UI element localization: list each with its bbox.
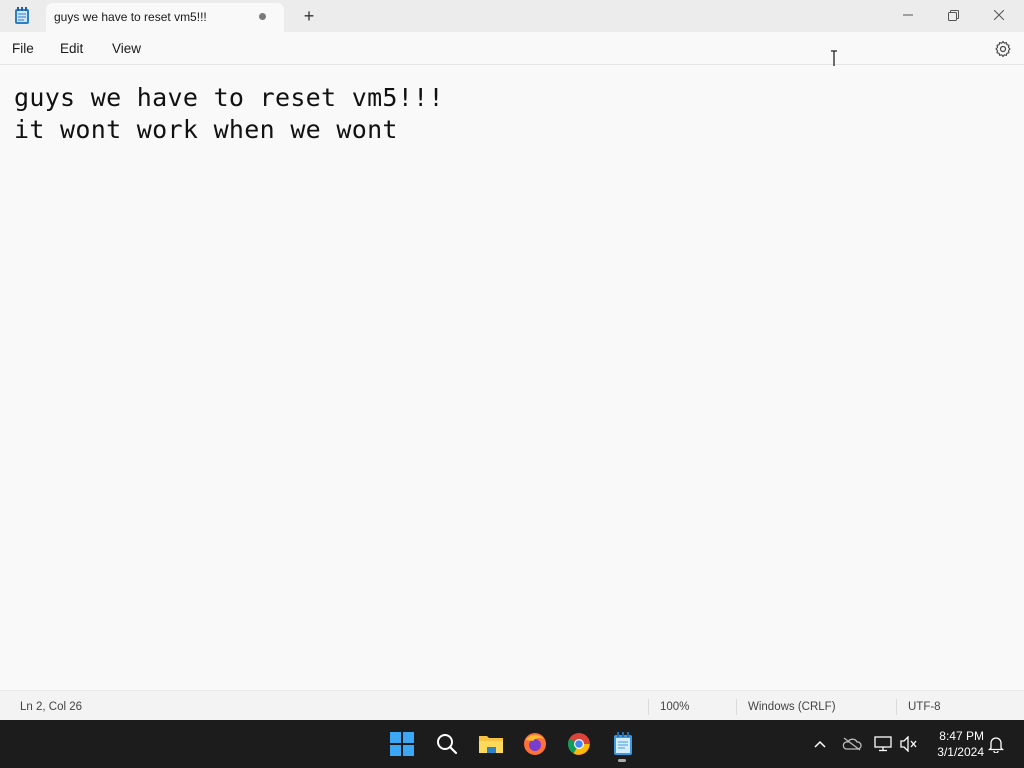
- title-bar[interactable]: guys we have to reset vm5!!! +: [0, 0, 1024, 32]
- editor-line-2: it wont work when we wont: [14, 115, 398, 144]
- chrome-button[interactable]: [565, 730, 593, 758]
- notepad-icon: [614, 732, 632, 755]
- chrome-icon: [568, 733, 590, 755]
- network-icon: [874, 736, 892, 752]
- minimize-icon: [903, 14, 913, 16]
- network-status[interactable]: [873, 734, 893, 754]
- document-tab[interactable]: guys we have to reset vm5!!!: [46, 3, 284, 32]
- restore-icon: [947, 9, 959, 21]
- start-button[interactable]: [388, 730, 416, 758]
- cursor-position: Ln 2, Col 26: [20, 701, 83, 713]
- active-app-indicator: [618, 759, 626, 762]
- show-hidden-icons-button[interactable]: [810, 734, 830, 754]
- clock-date: 3/1/2024: [937, 745, 984, 759]
- menu-bar: File Edit View: [0, 32, 1024, 65]
- notepad-taskbar-button[interactable]: [609, 730, 637, 758]
- onedrive-status[interactable]: [842, 734, 862, 754]
- tab-title: guys we have to reset vm5!!!: [54, 10, 207, 24]
- close-icon: [994, 10, 1004, 20]
- onedrive-icon: [842, 737, 862, 751]
- maximize-button[interactable]: [930, 0, 976, 30]
- minimize-button[interactable]: [885, 0, 931, 30]
- notepad-window: guys we have to reset vm5!!! + File Edit…: [0, 0, 1024, 720]
- chevron-up-icon: [814, 740, 826, 748]
- file-explorer-icon: [479, 736, 503, 753]
- search-icon: [437, 734, 458, 755]
- close-button[interactable]: [976, 0, 1022, 30]
- start-icon: [390, 732, 414, 756]
- unsaved-indicator[interactable]: [259, 13, 266, 20]
- firefox-button[interactable]: [521, 730, 549, 758]
- volume-status[interactable]: [899, 734, 919, 754]
- notification-bell-icon: [988, 737, 1004, 753]
- gear-icon: [995, 40, 1011, 58]
- new-tab-button[interactable]: +: [298, 6, 320, 28]
- volume-muted-icon: [900, 736, 917, 752]
- menu-view[interactable]: View: [112, 41, 141, 56]
- taskbar: [0, 720, 1024, 768]
- status-divider: [736, 699, 737, 715]
- editor-line-1: guys we have to reset vm5!!!: [14, 83, 444, 112]
- settings-button[interactable]: [994, 40, 1012, 58]
- firefox-icon: [524, 733, 546, 755]
- clock-time: 8:47 PM: [939, 729, 984, 743]
- notifications-button[interactable]: [986, 734, 1006, 754]
- menu-file[interactable]: File: [12, 41, 34, 56]
- text-editor[interactable]: guys we have to reset vm5!!! it wont wor…: [0, 66, 1024, 690]
- line-ending[interactable]: Windows (CRLF): [748, 701, 836, 713]
- file-explorer-button[interactable]: [477, 730, 505, 758]
- search-button[interactable]: [433, 730, 461, 758]
- status-divider: [648, 699, 649, 715]
- system-clock[interactable]: 8:47 PM 3/1/2024: [928, 728, 984, 760]
- status-bar: Ln 2, Col 26 100% Windows (CRLF) UTF-8: [0, 690, 1024, 720]
- encoding[interactable]: UTF-8: [908, 701, 941, 713]
- menu-edit[interactable]: Edit: [60, 41, 83, 56]
- status-divider: [896, 699, 897, 715]
- notepad-icon: [14, 7, 30, 25]
- zoom-level[interactable]: 100%: [660, 701, 689, 713]
